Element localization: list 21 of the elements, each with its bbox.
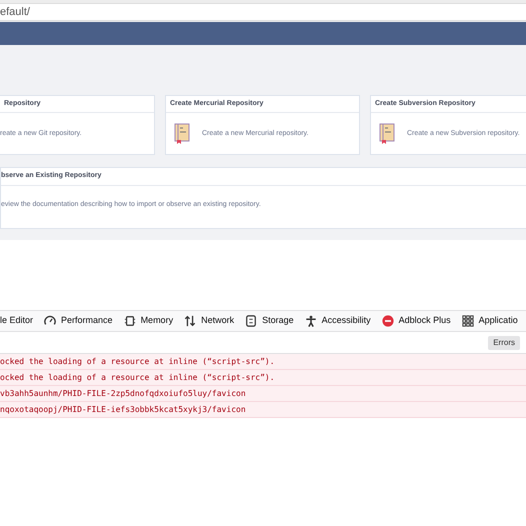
- storage-icon: [245, 315, 258, 327]
- devtools-tab[interactable]: Accessibility: [304, 314, 371, 328]
- devtools-tab[interactable]: Storage: [245, 314, 294, 328]
- accessibility-person-icon: [304, 315, 317, 327]
- memory-chip-icon: [124, 315, 136, 327]
- adblock-stop-icon: [382, 315, 394, 327]
- performance-gauge-icon: [44, 315, 56, 327]
- network-arrows-icon: [184, 315, 196, 327]
- devtools-tab[interactable]: Performance: [44, 314, 113, 328]
- devtools-tab[interactable]: Adblock Plus: [382, 314, 451, 328]
- devtools-tab[interactable]: Network: [184, 314, 234, 328]
- console-error-message: vb3ahh5aunhm/PHID-FILE-2zp5dnofqdxoiufo5luy/favicon: [0, 386, 526, 402]
- application-grid-icon: [462, 315, 474, 327]
- devtools-tab[interactable]: Memory: [124, 314, 174, 328]
- address-field[interactable]: efault/: [0, 3, 526, 21]
- devtools-tab[interactable]: Applicatio: [462, 314, 518, 328]
- console-error-message: nqoxotaqoopj/PHID-FILE-iefs3obbk5kcat5xykj3/favicon: [0, 402, 526, 418]
- devtools-tab[interactable]: le Editor: [0, 314, 34, 328]
- console-error-message: ocked the loading of a resource at inline (“script-src”).: [0, 354, 526, 370]
- filter-button[interactable]: Errors: [488, 336, 520, 350]
- console-error-message: ocked the loading of a resource at inline (“script-src”).: [0, 370, 526, 386]
